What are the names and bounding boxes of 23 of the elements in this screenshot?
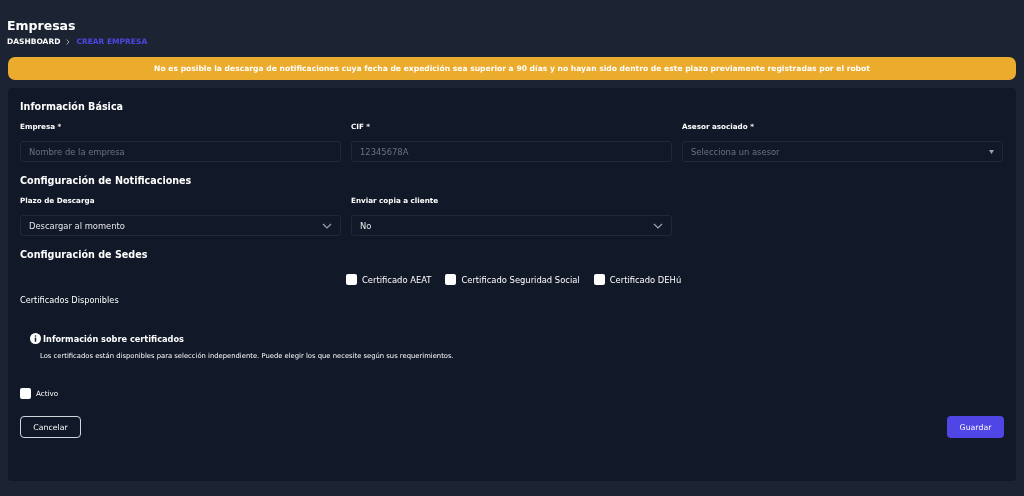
select-field[interactable]: No — [351, 215, 672, 236]
checkbox[interactable] — [593, 274, 605, 285]
info-title: Información sobre certificados — [43, 333, 184, 344]
checkbox[interactable] — [20, 388, 31, 399]
section-heading: Configuración de Notificaciones — [20, 174, 193, 188]
checkbox[interactable] — [445, 274, 457, 285]
section-heading: Configuración de Sedes — [20, 248, 149, 262]
section-heading: Información Básica — [20, 100, 125, 114]
checkbox-label: Certificado DEHú — [609, 274, 682, 285]
chevron-right-icon — [66, 39, 71, 45]
checkbox-label: Certificado AEAT — [362, 274, 432, 285]
caret-icon — [989, 149, 994, 154]
select-field[interactable]: Selecciona un asesor — [682, 141, 1003, 162]
select-field[interactable]: Descargar al momento — [20, 215, 341, 236]
field-label: Certificados Disponibles — [20, 295, 120, 305]
input-field[interactable]: 12345678A — [351, 141, 672, 162]
checkbox[interactable] — [346, 274, 357, 285]
chevron-down-icon — [322, 222, 332, 229]
chevron-down-icon — [653, 222, 663, 229]
page-title: Empresas — [7, 18, 77, 33]
info-icon — [30, 333, 41, 344]
input-field[interactable]: Nombre de la empresa — [20, 141, 341, 162]
checkbox-label: Certificado Seguridad Social — [461, 274, 580, 285]
